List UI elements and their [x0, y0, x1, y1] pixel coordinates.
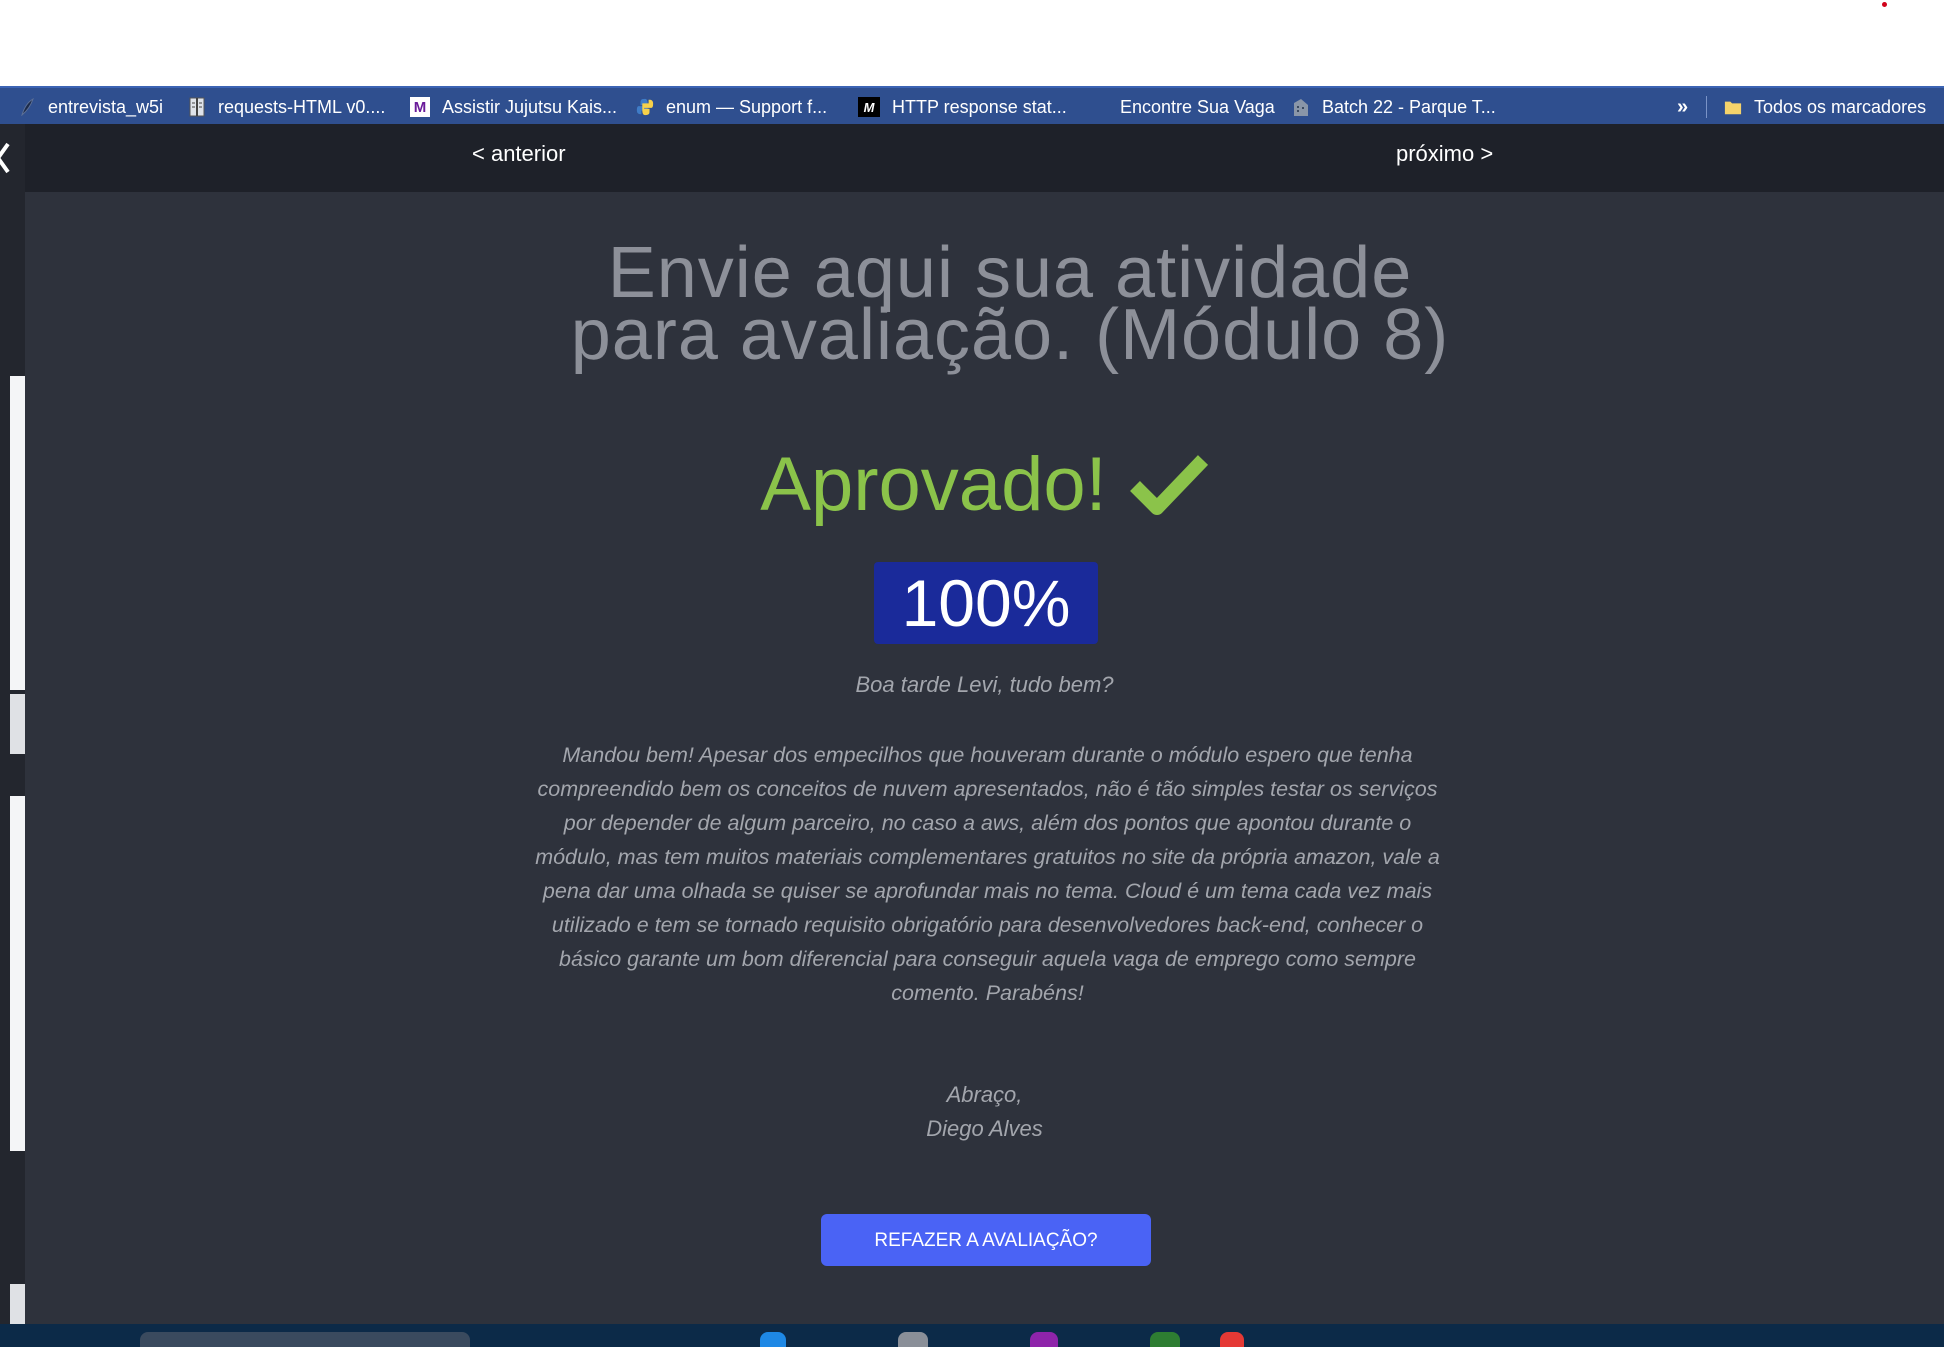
bookmark-batch-22[interactable]: Batch 22 - Parque T... [1292, 88, 1496, 126]
bookmark-label: HTTP response stat... [892, 96, 1067, 117]
score-badge: 100% [874, 562, 1098, 644]
closing-text: Abraço, [946, 1082, 1023, 1107]
folder-icon [1724, 98, 1742, 116]
bookmarks-bar: entrevista_w5i requests-HTML v0.... M As… [0, 86, 1944, 124]
feedback-greeting: Boa tarde Levi, tudo bem? [855, 672, 1114, 697]
bookmark-encontre-vaga[interactable]: Encontre Sua Vaga [1120, 88, 1275, 126]
bookmarks-overflow-button[interactable]: » [1677, 88, 1688, 126]
taskbar-app-icon[interactable] [1150, 1332, 1180, 1347]
evaluation-panel: Envie aqui sua atividade para avaliação.… [25, 192, 1944, 1324]
sidebar-segment [10, 694, 25, 754]
m-logo-icon: M [410, 97, 430, 117]
mdn-icon: M [858, 97, 880, 117]
taskbar-app-icon[interactable] [898, 1332, 928, 1347]
taskbar-app-icon[interactable] [1220, 1332, 1244, 1347]
all-bookmarks-folder[interactable]: Todos os marcadores [1724, 88, 1926, 126]
building-icon [1292, 98, 1310, 116]
browser-toolbar-area [0, 0, 1944, 86]
feather-icon [18, 98, 36, 116]
bookmark-requests-html[interactable]: requests-HTML v0.... [188, 88, 385, 126]
bookmark-http-status[interactable]: M HTTP response stat... [858, 88, 1067, 126]
lesson-navigation: < anterior próximo > [25, 124, 1944, 192]
checkmark-icon [1129, 455, 1208, 515]
page-title: Envie aqui sua atividade para avaliação.… [570, 233, 1450, 375]
bookmark-label: Encontre Sua Vaga [1120, 96, 1275, 117]
notification-dot [1882, 2, 1887, 7]
approval-status: Aprovado! [25, 440, 1944, 530]
sidebar-segment [10, 376, 25, 690]
author-name: Diego Alves [926, 1116, 1043, 1141]
bookmark-label: Batch 22 - Parque T... [1322, 96, 1496, 117]
left-sidebar-strip [0, 124, 25, 1340]
bookmark-label: entrevista_w5i [48, 96, 164, 117]
taskbar-search[interactable] [140, 1332, 470, 1347]
sidebar-segment [10, 796, 25, 1151]
bookmarks-divider [1706, 96, 1707, 118]
feedback-signature: Abraço, Diego Alves [25, 1078, 1944, 1146]
python-icon [636, 98, 654, 116]
status-text: Aprovado! [760, 442, 1107, 527]
feedback-text: Mandou bem! Apesar dos empecilhos que ho… [535, 743, 1440, 1005]
taskbar-app-icon[interactable] [760, 1332, 786, 1347]
previous-link[interactable]: < anterior [472, 124, 566, 192]
redo-evaluation-button[interactable]: REFAZER A AVALIAÇÃO? [821, 1214, 1151, 1266]
os-taskbar [0, 1324, 1944, 1347]
bookmark-label: Assistir Jujutsu Kais... [442, 96, 618, 117]
bookmark-enum[interactable]: enum — Support f... [636, 88, 827, 126]
bookmark-jujutsu[interactable]: M Assistir Jujutsu Kais... [410, 88, 617, 126]
taskbar-app-icon[interactable] [1030, 1332, 1058, 1347]
document-icon [188, 97, 206, 117]
collapse-sidebar-icon[interactable] [0, 140, 12, 183]
bookmark-label: requests-HTML v0.... [218, 96, 386, 117]
next-link[interactable]: próximo > [1396, 124, 1493, 192]
all-bookmarks-label: Todos os marcadores [1754, 96, 1927, 117]
bookmark-label: enum — Support f... [666, 96, 828, 117]
bookmark-entrevista[interactable]: entrevista_w5i [18, 88, 163, 126]
